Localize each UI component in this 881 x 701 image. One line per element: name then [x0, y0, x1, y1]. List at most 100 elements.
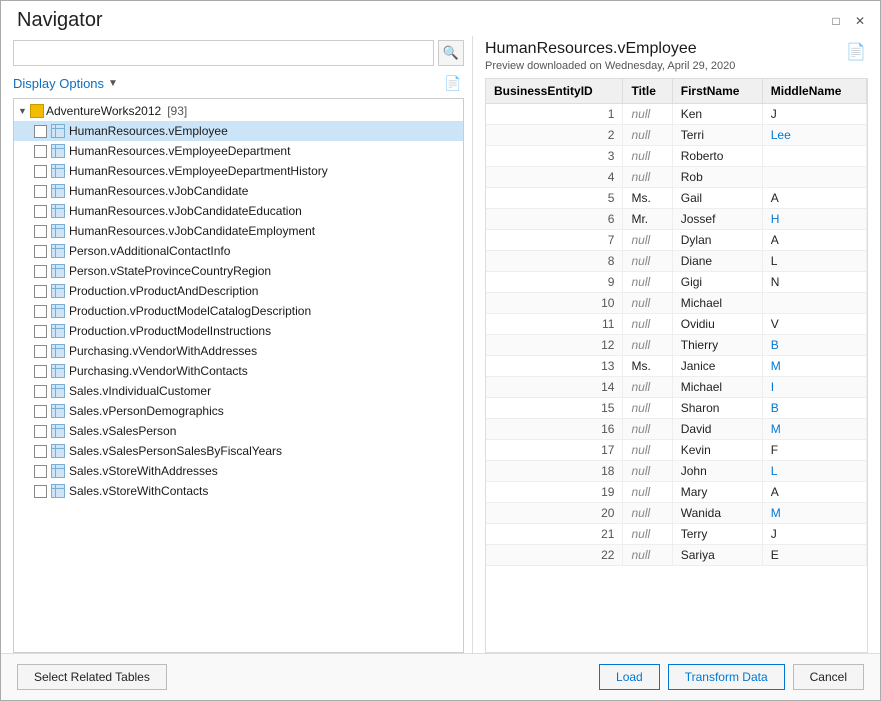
table-checkbox [34, 405, 47, 418]
tree-item-label: Purchasing.vVendorWithContacts [69, 364, 248, 378]
cell-firstname: Diane [672, 251, 762, 272]
right-panel: HumanResources.vEmployee Preview downloa… [473, 36, 868, 653]
table-icon [51, 444, 65, 458]
tree-item-label: Production.vProductModelCatalogDescripti… [69, 304, 311, 318]
load-button[interactable]: Load [599, 664, 660, 690]
table-row: 8nullDianeL [486, 251, 867, 272]
chevron-down-icon: ▼ [108, 78, 118, 89]
tree-item[interactable]: Purchasing.vVendorWithContacts [14, 361, 463, 381]
cell-title: null [623, 545, 672, 566]
tree-item-label: Person.vAdditionalContactInfo [69, 244, 230, 258]
table-checkbox [34, 445, 47, 458]
cell-firstname: John [672, 461, 762, 482]
tree-item[interactable]: Sales.vIndividualCustomer [14, 381, 463, 401]
tree-item[interactable]: Person.vStateProvinceCountryRegion [14, 261, 463, 281]
cell-middlename: Lee [762, 125, 866, 146]
cell-id: 10 [486, 293, 623, 314]
cell-id: 2 [486, 125, 623, 146]
cell-firstname: Sariya [672, 545, 762, 566]
transform-data-button[interactable]: Transform Data [668, 664, 785, 690]
tree-item-label: HumanResources.vEmployeeDepartment [69, 144, 290, 158]
cell-firstname: Terri [672, 125, 762, 146]
cell-middlename: L [762, 251, 866, 272]
table-checkbox [34, 145, 47, 158]
tree-item-label: HumanResources.vEmployee [69, 124, 228, 138]
tree-item[interactable]: HumanResources.vJobCandidateEducation [14, 201, 463, 221]
footer-left: Select Related Tables [17, 664, 167, 690]
tree-item[interactable]: Production.vProductModelInstructions [14, 321, 463, 341]
search-button[interactable]: 🔍 [438, 40, 464, 66]
cell-middlename: A [762, 230, 866, 251]
tree-item[interactable]: HumanResources.vEmployeeDepartment [14, 141, 463, 161]
table-checkbox [34, 165, 47, 178]
tree-item[interactable]: Sales.vStoreWithAddresses [14, 461, 463, 481]
tree-item[interactable]: HumanResources.vJobCandidate [14, 181, 463, 201]
table-icon [51, 284, 65, 298]
table-checkbox [34, 285, 47, 298]
cell-title: Ms. [623, 188, 672, 209]
cell-id: 18 [486, 461, 623, 482]
tree-item[interactable]: HumanResources.vJobCandidateEmployment [14, 221, 463, 241]
db-count: [93] [167, 104, 187, 118]
tree-item-label: HumanResources.vJobCandidateEmployment [69, 224, 315, 238]
tree-item-label: Production.vProductModelInstructions [69, 324, 271, 338]
search-input[interactable] [13, 40, 434, 66]
table-header-row: BusinessEntityIDTitleFirstNameMiddleName [486, 79, 867, 104]
cell-id: 11 [486, 314, 623, 335]
close-button[interactable]: ✕ [852, 13, 868, 29]
table-row: 21nullTerryJ [486, 524, 867, 545]
cell-middlename: B [762, 335, 866, 356]
table-row: 16nullDavidM [486, 419, 867, 440]
cell-middlename: J [762, 104, 866, 125]
table-icon [51, 184, 65, 198]
cell-title: null [623, 398, 672, 419]
cell-firstname: Michael [672, 377, 762, 398]
select-related-button[interactable]: Select Related Tables [17, 664, 167, 690]
external-link-button[interactable]: 📄 [844, 40, 868, 64]
table-icon [51, 364, 65, 378]
data-table-wrapper[interactable]: BusinessEntityIDTitleFirstNameMiddleName… [485, 78, 868, 653]
table-row: 17nullKevinF [486, 440, 867, 461]
cell-middlename: V [762, 314, 866, 335]
window-title: Navigator [17, 9, 103, 32]
tree-item-label: Purchasing.vVendorWithAddresses [69, 344, 257, 358]
cell-id: 20 [486, 503, 623, 524]
cell-firstname: Rob [672, 167, 762, 188]
cell-id: 3 [486, 146, 623, 167]
table-icon [51, 144, 65, 158]
table-row: 15nullSharonB [486, 398, 867, 419]
tree-item[interactable]: Person.vAdditionalContactInfo [14, 241, 463, 261]
tree-item[interactable]: Sales.vStoreWithContacts [14, 481, 463, 501]
tree-item[interactable]: Sales.vSalesPerson [14, 421, 463, 441]
cell-firstname: Dylan [672, 230, 762, 251]
footer-right: Load Transform Data Cancel [599, 664, 864, 690]
minimize-button[interactable]: □ [828, 13, 844, 29]
cell-firstname: Jossef [672, 209, 762, 230]
tree-item[interactable]: Production.vProductAndDescription [14, 281, 463, 301]
table-row: 1nullKenJ [486, 104, 867, 125]
table-row: 12nullThierryB [486, 335, 867, 356]
refresh-button[interactable]: 📄 [442, 72, 464, 94]
cell-firstname: Wanida [672, 503, 762, 524]
tree-item[interactable]: Purchasing.vVendorWithAddresses [14, 341, 463, 361]
tree-item[interactable]: Production.vProductModelCatalogDescripti… [14, 301, 463, 321]
tree-item[interactable]: HumanResources.vEmployee [14, 121, 463, 141]
cell-middlename: F [762, 440, 866, 461]
cell-title: null [623, 251, 672, 272]
table-row: 18nullJohnL [486, 461, 867, 482]
cell-firstname: Roberto [672, 146, 762, 167]
cell-firstname: Gail [672, 188, 762, 209]
tree-item[interactable]: Sales.vSalesPersonSalesByFiscalYears [14, 441, 463, 461]
table-icon [51, 344, 65, 358]
tree-item-label: Sales.vSalesPerson [69, 424, 176, 438]
tree-item[interactable]: HumanResources.vEmployeeDepartmentHistor… [14, 161, 463, 181]
table-checkbox [34, 385, 47, 398]
cancel-button[interactable]: Cancel [793, 664, 864, 690]
cell-middlename [762, 146, 866, 167]
tree-item[interactable]: Sales.vPersonDemographics [14, 401, 463, 421]
display-options-button[interactable]: Display Options ▼ [13, 76, 118, 91]
cell-title: null [623, 377, 672, 398]
cell-title: null [623, 314, 672, 335]
db-root-item[interactable]: ▼ AdventureWorks2012 [93] [14, 101, 463, 121]
cell-id: 6 [486, 209, 623, 230]
